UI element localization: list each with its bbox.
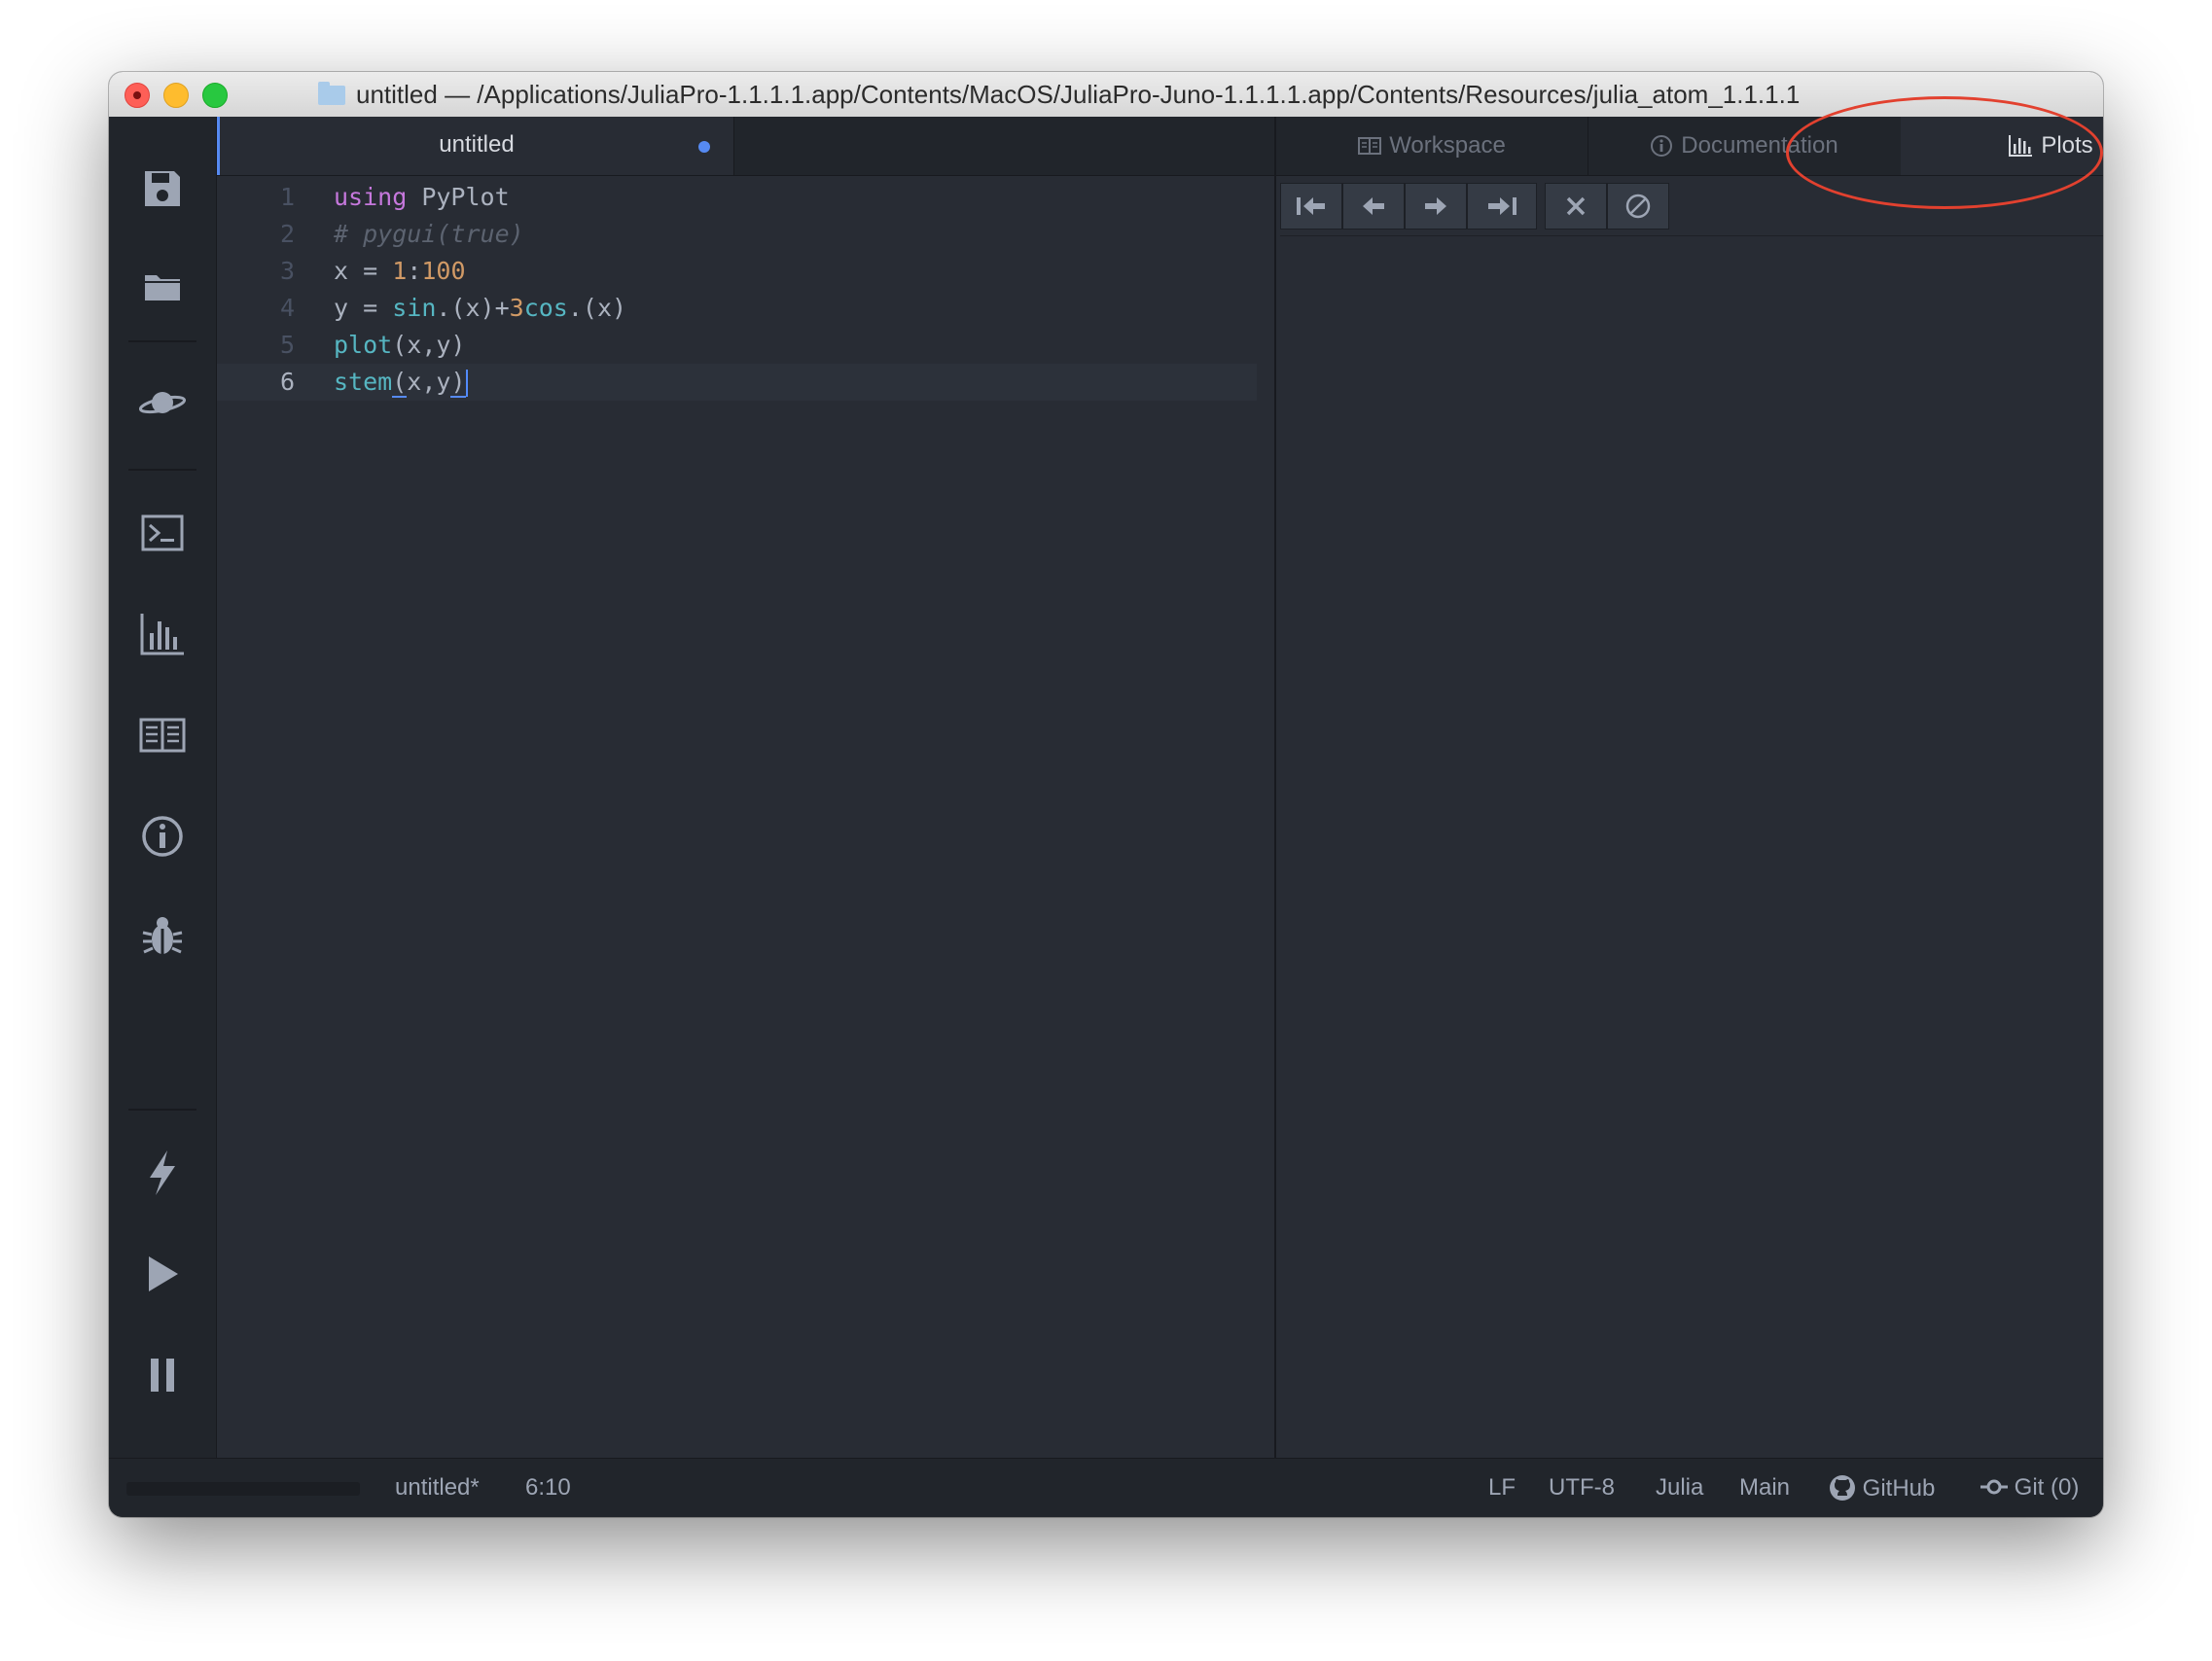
status-grammar[interactable]: Julia [1656,1474,1703,1502]
github-icon [1830,1475,1855,1501]
line-number: 6 [279,368,295,396]
status-module[interactable]: Main [1739,1474,1790,1502]
tab-documentation[interactable]: Documentation [1588,117,1902,175]
info-icon [1651,135,1673,157]
status-encoding[interactable]: UTF-8 [1549,1474,1615,1502]
folder-icon [318,82,345,105]
next-plot-button[interactable] [1405,183,1467,230]
info-icon[interactable] [133,807,192,866]
first-plot-button[interactable] [1280,183,1342,230]
tab-workspace-label: Workspace [1389,132,1506,159]
code-line[interactable]: 6 stem(x,y) [217,364,1257,401]
juno-toolbar [109,117,217,1494]
editor-pane: untitled 1 using PyPlot 2 # pygui(true) 3 x =… [217,117,1274,1459]
previous-plot-button[interactable] [1342,183,1405,230]
dock-tab-bar: Workspace Documentation Plots [1276,117,2103,176]
modified-indicator-icon [698,141,710,153]
code-line[interactable]: 4 y = sin.(x)+3cos.(x) [217,290,1274,327]
arrow-right-icon [1425,197,1446,215]
book-icon [1358,137,1382,155]
title-bar: untitled — /Applications/JuliaPro-1.1.1.… [109,72,2103,118]
status-github[interactable]: GitHub [1829,1474,1935,1502]
dock-panel: Workspace Documentation Plots [1274,117,2103,1459]
status-cursor-position[interactable]: 6:10 [525,1474,571,1502]
status-github-label: GitHub [1862,1475,1936,1502]
folder-icon[interactable] [133,257,192,315]
line-text: x = 1:100 [334,257,466,285]
line-number: 3 [279,257,295,285]
line-number: 5 [279,331,295,359]
toolbar-separator [128,469,196,471]
plots-icon [2009,135,2033,157]
code-line[interactable]: 2 # pygui(true) [217,216,1274,253]
code-area[interactable]: 1 using PyPlot 2 # pygui(true) 3 x = 1:100 4 y … [217,179,1274,401]
status-bar: untitled* 6:10 LF UTF-8 Julia Main GitHu… [109,1458,2103,1517]
tab-plots-label: Plots [2041,132,2093,159]
line-text: using PyPlot [334,183,510,211]
arrow-left-icon [1363,197,1384,215]
plots-icon[interactable] [133,605,192,663]
toolbar-separator [128,340,196,342]
line-number: 4 [279,294,295,322]
code-line[interactable]: 5 plot(x,y) [217,327,1274,364]
delete-plot-button[interactable] [1545,183,1607,230]
tab-workspace[interactable]: Workspace [1276,117,1588,175]
status-git-label: Git (0) [2014,1474,2080,1501]
git-commit-icon [1980,1479,2008,1495]
window-title: untitled — /Applications/JuliaPro-1.1.1.… [356,80,1801,109]
editor-tab-bar: untitled [217,117,1274,176]
lightning-icon[interactable] [133,1144,192,1202]
line-text: # pygui(true) [334,220,524,248]
toolbar-separator [128,1109,196,1111]
code-line[interactable]: 1 using PyPlot [217,179,1274,216]
line-number: 1 [279,183,295,211]
book-icon[interactable] [133,706,192,764]
play-icon[interactable] [133,1245,192,1303]
status-line-ending[interactable]: LF [1488,1474,1516,1502]
line-text: y = sin.(x)+3cos.(x) [334,294,627,322]
tab-documentation-label: Documentation [1681,132,1838,159]
minimize-window-button[interactable] [163,83,189,108]
code-line[interactable]: 3 x = 1:100 [217,253,1274,290]
tab-plots[interactable]: Plots [1901,117,2103,175]
save-icon[interactable] [133,159,192,218]
line-text: stem(x,y) [334,368,468,398]
app-window: untitled — /Applications/JuliaPro-1.1.1.… [109,72,2103,1517]
terminal-icon[interactable] [133,504,192,562]
progress-bar [126,1482,360,1496]
editor-tab[interactable]: untitled [217,117,734,175]
editor-tab-label: untitled [439,131,515,158]
text-cursor [465,370,468,397]
first-icon [1297,197,1325,215]
status-git[interactable]: Git (0) [1980,1474,2079,1502]
status-file-name[interactable]: untitled* [395,1474,480,1502]
line-text: plot(x,y) [334,331,466,359]
pause-icon[interactable] [133,1346,192,1404]
bug-icon[interactable] [133,906,192,965]
forbidden-icon [1625,194,1651,219]
close-window-button[interactable] [125,83,150,108]
close-icon [1566,196,1586,216]
last-plot-button[interactable] [1467,183,1537,230]
line-number: 2 [279,220,295,248]
plot-toolbar [1280,179,2103,236]
last-icon [1488,197,1516,215]
maximize-window-button[interactable] [202,83,228,108]
clear-plots-button[interactable] [1607,183,1669,230]
planet-icon[interactable] [133,373,192,432]
